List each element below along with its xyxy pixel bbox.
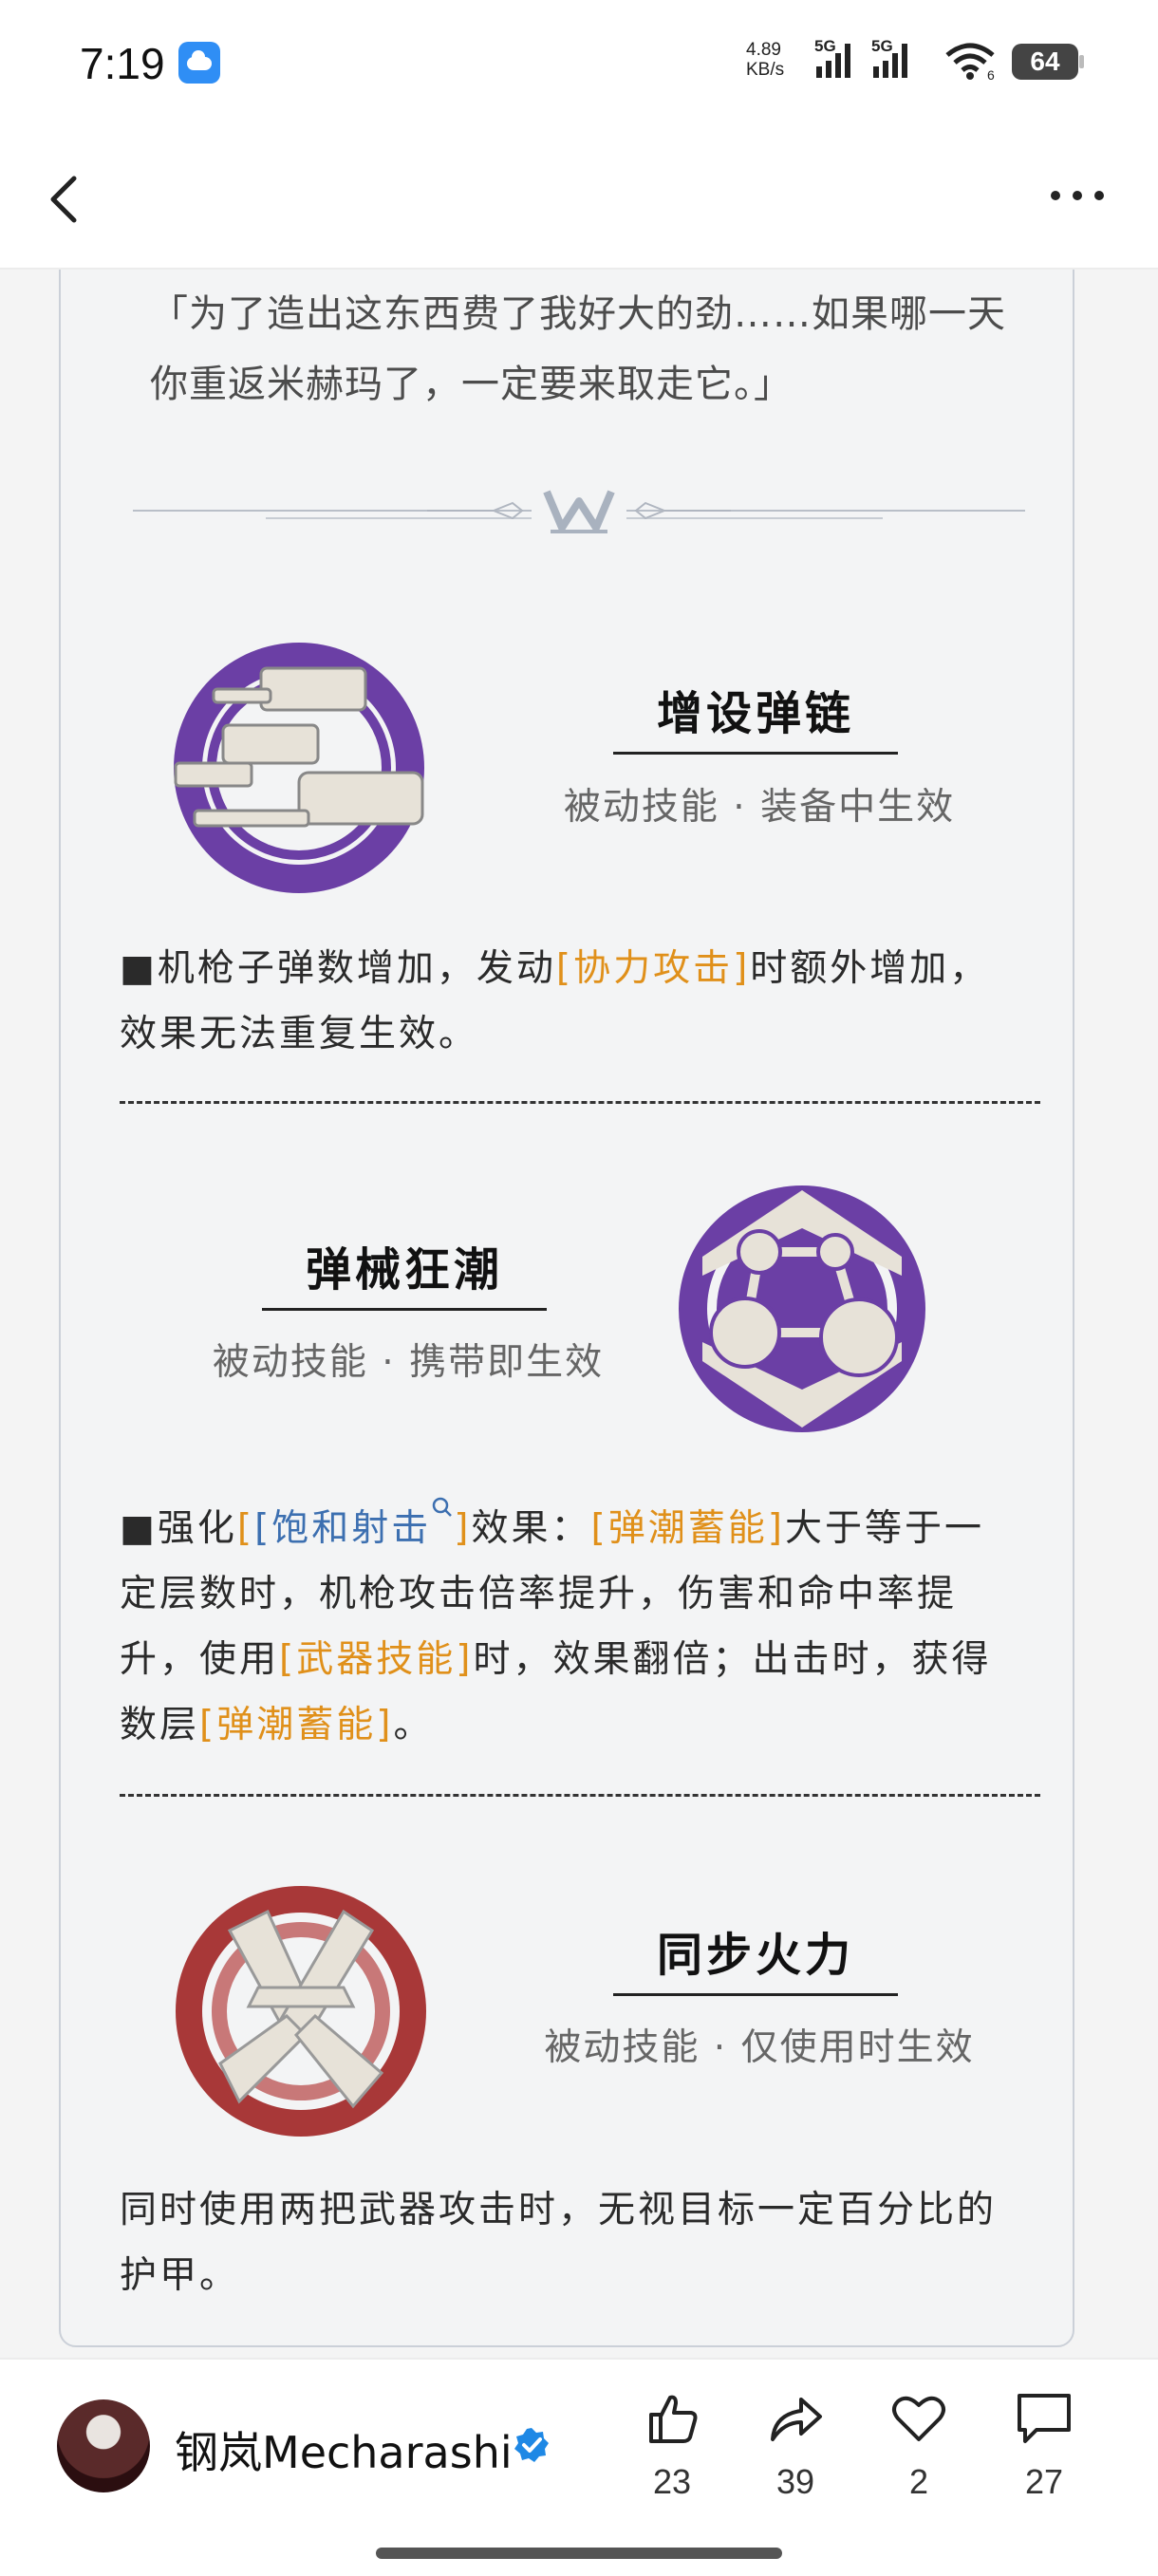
skill-2-description: ■强化[[饱和射击]效果：[弹潮蓄能]大于等于一 定层数时，机枪攻击倍率提升，伤… [120, 1496, 1046, 1758]
desc-text: 时额外增加， [750, 947, 990, 990]
desc-text: 同时使用两把武器攻击时，无视目标一定百分比的 [120, 2189, 998, 2231]
desc-text: ■强化 [120, 1507, 237, 1550]
weather-cloud-icon [178, 42, 220, 84]
top-nav-bar [0, 123, 1158, 270]
avatar[interactable] [57, 2399, 150, 2492]
favorite-button[interactable]: 2 [871, 2388, 966, 2502]
network-speed: 4.89 KB/s [746, 40, 784, 80]
section-divider [120, 1101, 1040, 1104]
flavor-quote: 「为了造出这东西费了我好大的劲……如果哪一天 你重返米赫玛了，一定要来取走它。」 [150, 279, 1042, 420]
keyword-ammo-surge[interactable]: [弹潮蓄能] [591, 1507, 785, 1550]
favorite-count: 2 [908, 2462, 929, 2501]
article-content[interactable]: 「为了造出这东西费了我好大的劲……如果哪一天 你重返米赫玛了，一定要来取走它。」… [0, 270, 1158, 2358]
skill-3-subtitle: 被动技能 · 仅使用时生效 [544, 2026, 975, 2069]
thumbs-up-icon [649, 2395, 698, 2443]
verified-badge-icon [514, 2428, 549, 2462]
comment-icon [1018, 2394, 1071, 2443]
desc-text: 效果无法重复生效。 [120, 1013, 479, 1055]
section-divider [120, 1794, 1040, 1797]
skill-2-underline [262, 1308, 547, 1311]
cell-signal-icon: 5G [871, 38, 907, 78]
author-name[interactable]: 钢岚Mecharashi [175, 2418, 513, 2481]
desc-text: 护甲。 [120, 2254, 240, 2297]
heart-icon [892, 2396, 945, 2441]
quote-line-1: 「为了造出这东西费了我好大的劲……如果哪一天 [150, 292, 1006, 336]
skill-1-title: 增设弹链 [656, 687, 854, 740]
status-time: 7:19 [80, 39, 165, 88]
network-speed-value: 4.89 [746, 40, 781, 60]
like-count: 23 [652, 2462, 692, 2501]
ornamental-divider [133, 490, 1025, 533]
crossed-blades-icon [176, 1886, 426, 2137]
sim2-label: 5G [871, 38, 893, 55]
more-dots-icon[interactable] [1044, 177, 1111, 215]
network-speed-unit: KB/s [746, 60, 785, 80]
share-icon [771, 2398, 822, 2441]
link-saturation-fire[interactable]: [饱和射击 [254, 1507, 431, 1550]
battery-indicator: 64 [1012, 44, 1084, 80]
keyword-ammo-surge[interactable]: [弹潮蓄能] [199, 1704, 393, 1746]
wifi-icon: 6 [945, 43, 995, 82]
keyword-weapon-skill[interactable]: [武器技能] [279, 1638, 473, 1681]
skill-1-description: ■机枪子弹数增加，发动[协力攻击]时额外增加， 效果无法重复生效。 [120, 936, 1046, 1067]
ammo-belt-icon [174, 643, 424, 893]
skill-3-underline [613, 1993, 898, 1996]
link-bracket: ] [454, 1507, 472, 1550]
desc-text: ■机枪子弹数增加，发动 [120, 947, 556, 990]
chevron-left-icon[interactable] [38, 171, 95, 228]
comment-button[interactable]: 27 [997, 2388, 1092, 2502]
like-button[interactable]: 23 [625, 2388, 719, 2502]
sim1-label: 5G [814, 38, 836, 55]
comment-count: 27 [1024, 2462, 1064, 2501]
cell-signal-icon: 5G [814, 38, 850, 78]
desc-text: 大于等于一 [784, 1507, 984, 1550]
desc-text: 定层数时，机枪攻击倍率提升，伤害和命中率提 [120, 1573, 958, 1615]
search-icon[interactable] [431, 1496, 454, 1521]
bottom-action-bar: 钢岚Mecharashi 23 39 2 27 [0, 2358, 1158, 2576]
skill-2-subtitle: 被动技能 · 携带即生效 [212, 1341, 605, 1384]
skill-1-underline [613, 752, 898, 755]
wifi-sub-label: 6 [987, 67, 995, 82]
desc-text: 升，使用 [120, 1638, 280, 1681]
keyword-cooperative-attack[interactable]: [协力攻击] [556, 947, 750, 990]
share-count: 39 [775, 2462, 815, 2501]
skill-3-title: 同步火力 [656, 1929, 854, 1982]
desc-text: 时，效果翻倍；出击时，获得 [473, 1638, 992, 1681]
skill-3-description: 同时使用两把武器攻击时，无视目标一定百分比的 护甲。 [120, 2177, 1046, 2308]
desc-text: 数层 [120, 1704, 200, 1746]
quote-line-2: 你重返米赫玛了，一定要来取走它。」 [150, 363, 793, 406]
home-indicator[interactable] [376, 2548, 782, 2559]
skill-1-subtitle: 被动技能 · 装备中生效 [563, 786, 956, 829]
skill-2-title: 弹械狂潮 [305, 1243, 503, 1297]
network-nodes-icon [679, 1185, 925, 1432]
status-bar: 7:19 4.89 KB/s 5G 5G 6 64 [0, 0, 1158, 123]
desc-text: 效果： [471, 1507, 591, 1550]
desc-text: 。 [393, 1704, 434, 1746]
share-button[interactable]: 39 [748, 2388, 843, 2502]
